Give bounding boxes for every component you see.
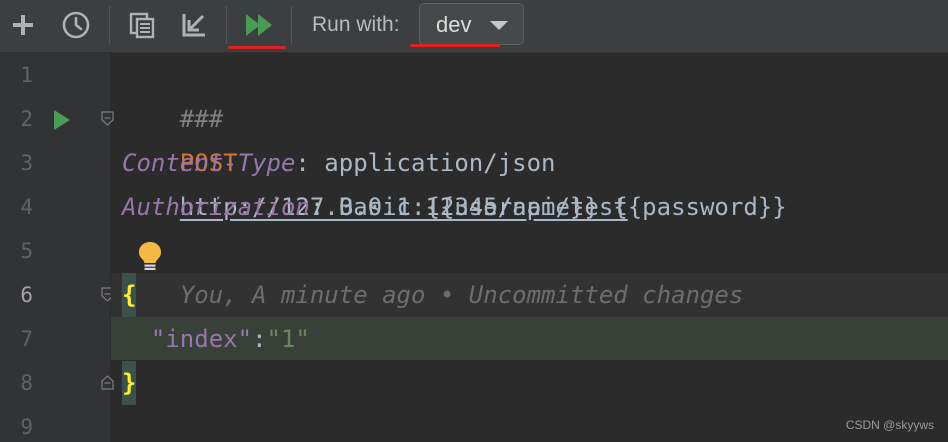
- code-line-1[interactable]: ###: [122, 53, 223, 133]
- json-value: "1": [266, 325, 310, 353]
- header-separator: :: [295, 149, 325, 177]
- run-all-icon: [246, 14, 272, 36]
- run-with-label: Run with:: [312, 13, 400, 36]
- close-brace: }: [122, 361, 137, 405]
- header-value: application/json: [324, 149, 556, 177]
- header-separator: :: [309, 193, 339, 221]
- line-number: 1: [20, 63, 33, 87]
- import-arrow-icon: [182, 14, 205, 37]
- run-all-button[interactable]: [240, 5, 280, 45]
- toolbar-separator: [226, 6, 227, 44]
- toolbar-separator: [109, 6, 110, 44]
- history-button[interactable]: [56, 5, 96, 45]
- line-number: 2: [20, 107, 33, 131]
- annotation-underline-env: [410, 44, 500, 47]
- run-request-icon[interactable]: [53, 109, 71, 131]
- open-brace: {: [122, 273, 137, 317]
- header-value: Basic {{username}} {{password}}: [338, 193, 787, 221]
- copy-icon: [129, 12, 155, 39]
- git-blame-inlay: You, A minute ago • Uncommitted changes: [179, 281, 744, 309]
- add-request-button[interactable]: [3, 5, 43, 45]
- json-key: "index": [150, 325, 253, 353]
- code-line-3[interactable]: Content-Type: application/json: [122, 141, 555, 185]
- code-line-6[interactable]: { You, A minute ago • Uncommitted change…: [122, 273, 743, 317]
- line-number: 7: [20, 327, 33, 351]
- environment-value: dev: [436, 12, 472, 37]
- chevron-down-icon: [490, 21, 508, 30]
- fold-icon[interactable]: [101, 111, 114, 126]
- code-line-4[interactable]: Authorization: Basic {{username}} {{pass…: [122, 185, 787, 229]
- copy-request-button[interactable]: [122, 5, 162, 45]
- fold-end-icon[interactable]: [101, 375, 114, 390]
- import-button[interactable]: [174, 5, 214, 45]
- header-name: Content-Type: [122, 149, 296, 177]
- clock-icon: [62, 11, 90, 39]
- line-number: 8: [20, 371, 33, 395]
- annotation-underline-run: [228, 46, 286, 49]
- line-number: 9: [20, 415, 33, 439]
- environment-select[interactable]: dev: [419, 3, 524, 45]
- line-number: 3: [20, 151, 33, 175]
- line-number: 4: [20, 195, 33, 219]
- code-line-8[interactable]: }: [122, 361, 137, 405]
- line-number: 5: [20, 239, 33, 263]
- code-line-2[interactable]: POST http://127.0.0.1:12345/api/test: [122, 97, 628, 221]
- line-number-current: 6: [20, 283, 33, 307]
- watermark: CSDN @skyyws: [845, 418, 934, 432]
- json-colon: :: [252, 325, 267, 353]
- http-client-editor: Run with: dev 1 2 3 4 5 6 7 8 9 ### POST…: [0, 0, 948, 442]
- header-name: Authorization: [122, 193, 310, 221]
- toolbar-separator: [291, 6, 292, 44]
- code-line-7[interactable]: "index":"1": [122, 317, 310, 361]
- plus-icon: [13, 15, 33, 35]
